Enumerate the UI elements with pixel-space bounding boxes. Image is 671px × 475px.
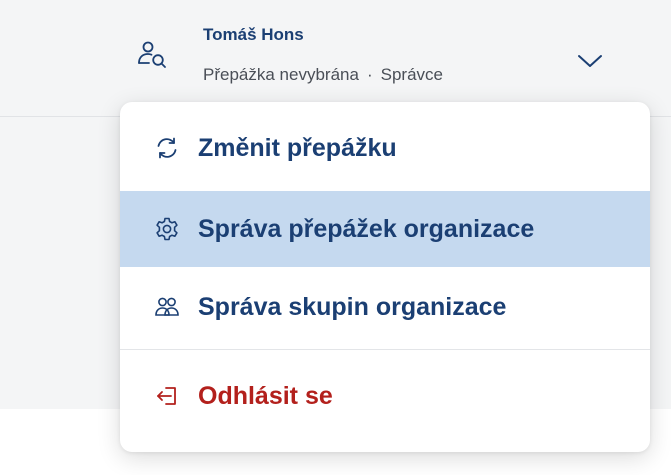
menu-item-manage-groups[interactable]: Správa skupin organizace bbox=[120, 269, 650, 345]
menu-item-logout[interactable]: Odhlásit se bbox=[120, 358, 650, 434]
page: Tomáš Hons Přepážka nevybrána · Správce Zm… bbox=[0, 0, 671, 475]
menu-item-label: Správa skupin organizace bbox=[198, 292, 507, 321]
user-name: Tomáš Hons bbox=[203, 25, 304, 44]
counter-status: Přepážka nevybrána bbox=[203, 65, 359, 84]
user-menu-trigger[interactable]: Tomáš Hons Přepážka nevybrána · Správce bbox=[130, 16, 620, 92]
menu-item-label: Změnit přepážku bbox=[198, 133, 397, 162]
menu-item-label: Správa přepážek organizace bbox=[198, 214, 535, 243]
meta-separator: · bbox=[366, 65, 373, 84]
refresh-icon bbox=[154, 135, 180, 161]
user-role: Správce bbox=[380, 65, 443, 84]
gear-icon bbox=[154, 216, 180, 242]
menu-item-manage-counters[interactable]: Správa přepážek organizace bbox=[120, 191, 650, 267]
user-search-icon bbox=[136, 38, 170, 72]
menu-item-change-counter[interactable]: Změnit přepážku bbox=[120, 110, 650, 186]
menu-divider bbox=[120, 349, 650, 350]
logout-icon bbox=[154, 383, 180, 409]
user-meta: Přepážka nevybrána · Správce bbox=[203, 65, 443, 85]
users-icon bbox=[154, 294, 180, 320]
menu-item-label: Odhlásit se bbox=[198, 381, 333, 410]
user-dropdown-menu: Změnit přepážku Správa přepážek organiza… bbox=[120, 102, 650, 452]
chevron-down-icon[interactable] bbox=[576, 52, 604, 70]
